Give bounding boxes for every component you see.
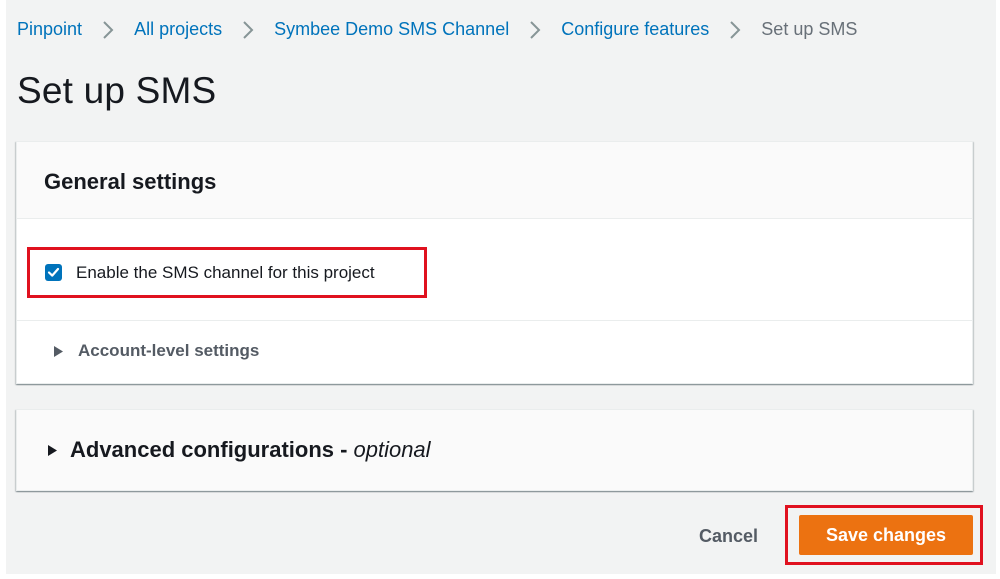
chevron-right-icon: [98, 20, 118, 40]
advanced-configurations-panel: Advanced configurations - optional: [16, 409, 973, 491]
breadcrumb-project[interactable]: Symbee Demo SMS Channel: [274, 19, 509, 40]
account-level-settings-label: Account-level settings: [78, 341, 260, 360]
account-level-settings-expander[interactable]: Account-level settings: [52, 341, 259, 361]
optional-tag: optional: [353, 437, 431, 462]
chevron-right-icon: [238, 20, 258, 40]
save-changes-button[interactable]: Save changes: [799, 515, 973, 555]
enable-sms-highlight: Enable the SMS channel for this project: [27, 247, 427, 298]
advanced-configurations-expander[interactable]: Advanced configurations - optional: [46, 437, 431, 463]
checkmark-icon: [47, 267, 60, 277]
general-settings-panel: General settings Enable the SMS channel …: [16, 141, 973, 384]
cancel-button[interactable]: Cancel: [691, 522, 766, 551]
breadcrumb-all-projects[interactable]: All projects: [134, 19, 222, 40]
breadcrumb-pinpoint[interactable]: Pinpoint: [17, 19, 82, 40]
breadcrumb-configure-features[interactable]: Configure features: [561, 19, 709, 40]
divider: [17, 320, 972, 321]
enable-sms-checkbox[interactable]: [45, 264, 62, 281]
caret-right-icon: [48, 444, 57, 456]
breadcrumb: Pinpoint All projects Symbee Demo SMS Ch…: [17, 19, 857, 40]
general-settings-title: General settings: [44, 169, 217, 194]
page-title: Set up SMS: [17, 70, 217, 111]
chevron-right-icon: [525, 20, 545, 40]
breadcrumb-current: Set up SMS: [761, 19, 858, 39]
caret-right-icon: [54, 345, 63, 357]
panel-header: General settings: [17, 142, 972, 219]
advanced-configurations-label: Advanced configurations -: [70, 437, 348, 462]
chevron-right-icon: [725, 20, 745, 40]
enable-sms-label[interactable]: Enable the SMS channel for this project: [76, 263, 375, 283]
